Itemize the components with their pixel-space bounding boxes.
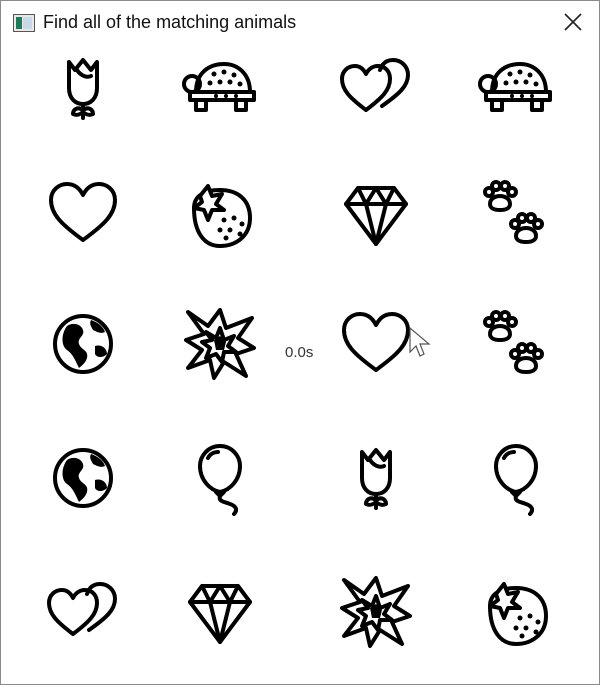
game-tile[interactable] xyxy=(476,174,556,254)
two-hearts-icon xyxy=(340,58,410,112)
balloon-icon xyxy=(494,444,538,516)
game-tile[interactable] xyxy=(180,572,260,652)
rose-icon xyxy=(67,58,99,120)
game-tile[interactable] xyxy=(43,438,123,518)
game-tile[interactable] xyxy=(336,304,416,384)
globe-icon xyxy=(53,448,113,508)
two-hearts-icon xyxy=(47,582,117,636)
heart-icon xyxy=(342,312,410,372)
game-tile[interactable] xyxy=(476,304,556,384)
paw-prints-icon xyxy=(483,310,544,374)
game-tile[interactable] xyxy=(476,572,556,652)
game-tile[interactable] xyxy=(180,174,260,254)
window-title: Find all of the matching animals xyxy=(43,12,297,32)
game-tile[interactable] xyxy=(476,48,556,128)
heart-icon xyxy=(49,182,117,242)
game-window: Find all of the matching animals 0.0s xyxy=(0,0,600,685)
rose-icon xyxy=(360,448,392,510)
game-tile[interactable] xyxy=(336,572,416,652)
close-button[interactable] xyxy=(553,5,593,39)
game-tile[interactable] xyxy=(180,304,260,384)
game-tile[interactable] xyxy=(336,174,416,254)
paw-prints-icon xyxy=(483,180,544,244)
collision-icon xyxy=(184,308,256,380)
game-tile[interactable] xyxy=(43,304,123,384)
game-tile[interactable] xyxy=(43,48,123,128)
mouse-cursor-icon xyxy=(409,326,431,357)
globe-icon xyxy=(53,314,113,374)
title-bar: Find all of the matching animals xyxy=(1,1,599,41)
balloon-icon xyxy=(198,444,242,516)
game-tile[interactable] xyxy=(43,572,123,652)
gem-icon xyxy=(188,584,252,644)
game-tile[interactable] xyxy=(336,438,416,518)
strawberry-icon xyxy=(488,582,548,646)
game-tile[interactable] xyxy=(43,174,123,254)
tile-grid xyxy=(1,41,599,684)
game-tile[interactable] xyxy=(476,438,556,518)
timer-label: 0.0s xyxy=(285,344,314,361)
gem-icon xyxy=(344,186,408,246)
game-tile[interactable] xyxy=(336,48,416,128)
game-tile[interactable] xyxy=(180,438,260,518)
game-tile[interactable] xyxy=(180,48,260,128)
app-window-icon xyxy=(13,14,35,32)
turtle-icon xyxy=(182,62,256,112)
turtle-icon xyxy=(478,62,552,112)
collision-icon xyxy=(340,576,412,648)
strawberry-icon xyxy=(192,184,252,248)
close-icon xyxy=(564,13,582,31)
